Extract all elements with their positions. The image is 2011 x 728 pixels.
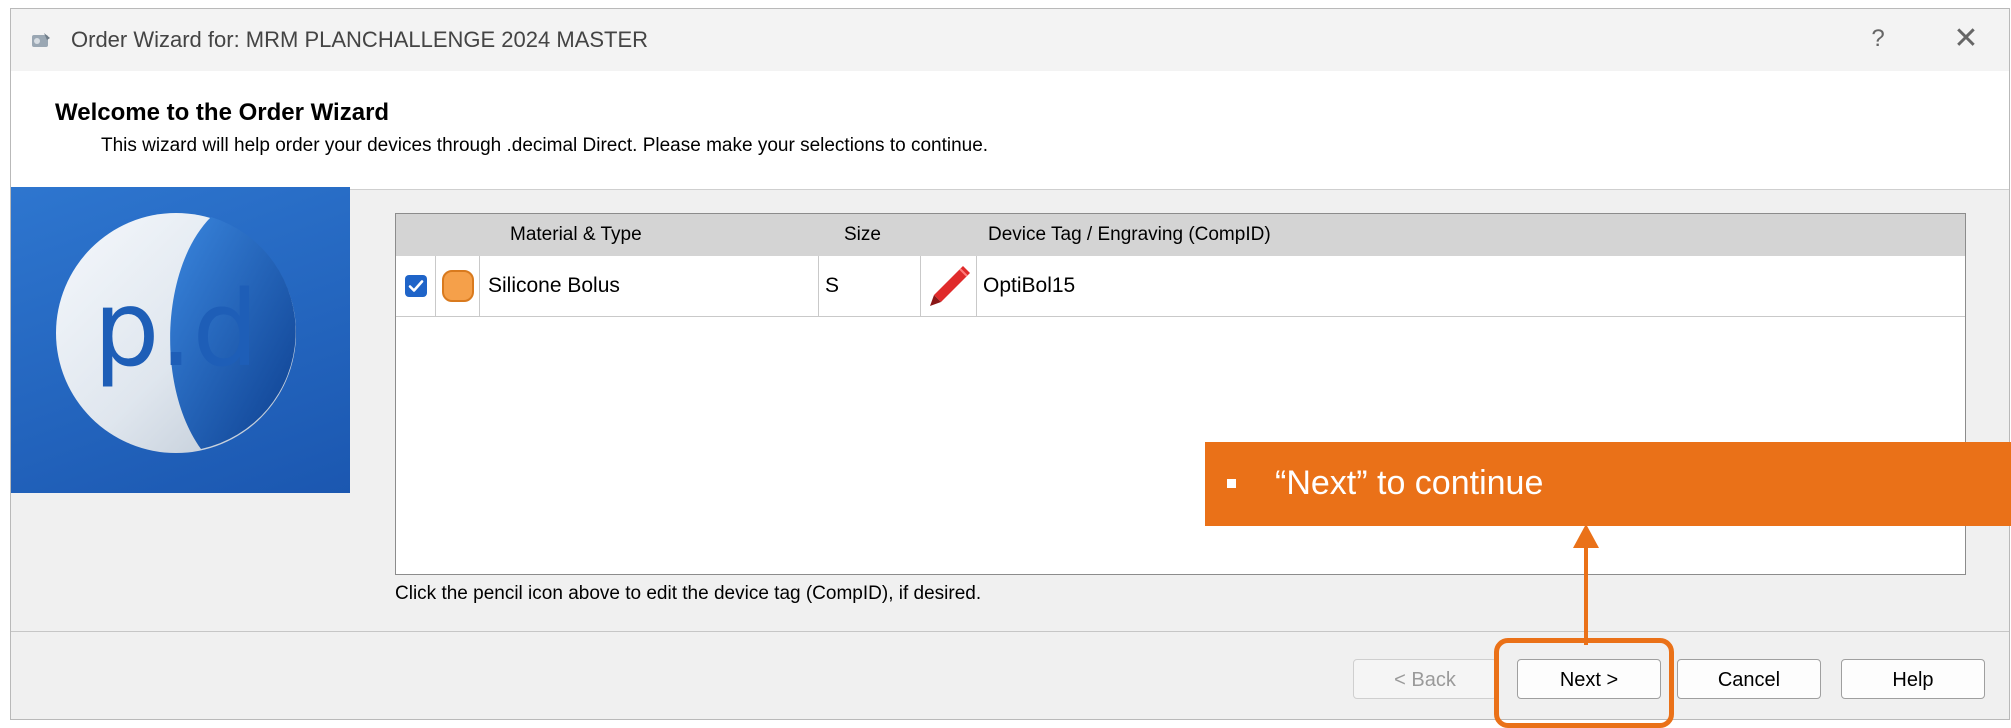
grid-header: Material & Type Size Device Tag / Engrav… <box>396 214 1965 257</box>
edit-hint: Click the pencil icon above to edit the … <box>395 583 982 604</box>
order-wizard-window: Order Wizard for: MRM PLANCHALLENGE 2024… <box>10 8 2010 720</box>
wizard-app-icon <box>32 33 50 47</box>
close-icon[interactable]: ✕ <box>1949 21 1983 56</box>
help-button[interactable]: Help <box>1841 659 1985 699</box>
logo-text: p.d <box>93 268 258 390</box>
callout-bullet <box>1227 479 1236 488</box>
wizard-subtitle: This wizard will help order your devices… <box>101 135 989 156</box>
checkbox-cell <box>396 256 436 316</box>
column-header-device-tag[interactable]: Device Tag / Engraving (CompID) <box>988 224 1271 246</box>
callout-arrow-line <box>1584 545 1588 645</box>
pd-logo-icon: p.d <box>56 213 296 453</box>
logo-panel: p.d <box>11 187 350 493</box>
next-callout: “Next” to continue <box>1205 442 2011 526</box>
table-row[interactable]: Silicone Bolus S OptiBol15 <box>396 256 1965 317</box>
material-swatch-icon <box>442 270 474 302</box>
footer-divider <box>11 631 2009 632</box>
size-cell: S <box>819 256 921 316</box>
next-button-highlight <box>1494 638 1674 728</box>
help-icon[interactable]: ? <box>1863 25 1893 53</box>
device-tag-cell: OptiBol15 <box>977 256 1967 316</box>
column-header-size[interactable]: Size <box>844 224 881 246</box>
cancel-button[interactable]: Cancel <box>1677 659 1821 699</box>
window-title: Order Wizard for: MRM PLANCHALLENGE 2024… <box>71 27 649 52</box>
pencil-icon[interactable] <box>925 262 973 310</box>
material-swatch-cell <box>436 256 480 316</box>
title-bar: Order Wizard for: MRM PLANCHALLENGE 2024… <box>11 9 2009 71</box>
material-value: Silicone Bolus <box>488 274 620 297</box>
row-checkbox[interactable] <box>404 274 428 298</box>
callout-text: “Next” to continue <box>1275 464 1544 502</box>
column-header-material[interactable]: Material & Type <box>510 224 642 246</box>
material-cell: Silicone Bolus <box>480 256 819 316</box>
back-button[interactable]: < Back <box>1353 659 1497 699</box>
pencil-cell <box>921 256 977 316</box>
size-value: S <box>825 274 840 297</box>
device-tag-value: OptiBol15 <box>983 274 1076 297</box>
wizard-heading: Welcome to the Order Wizard <box>55 99 390 126</box>
wizard-header: Welcome to the Order Wizard This wizard … <box>11 71 2009 190</box>
